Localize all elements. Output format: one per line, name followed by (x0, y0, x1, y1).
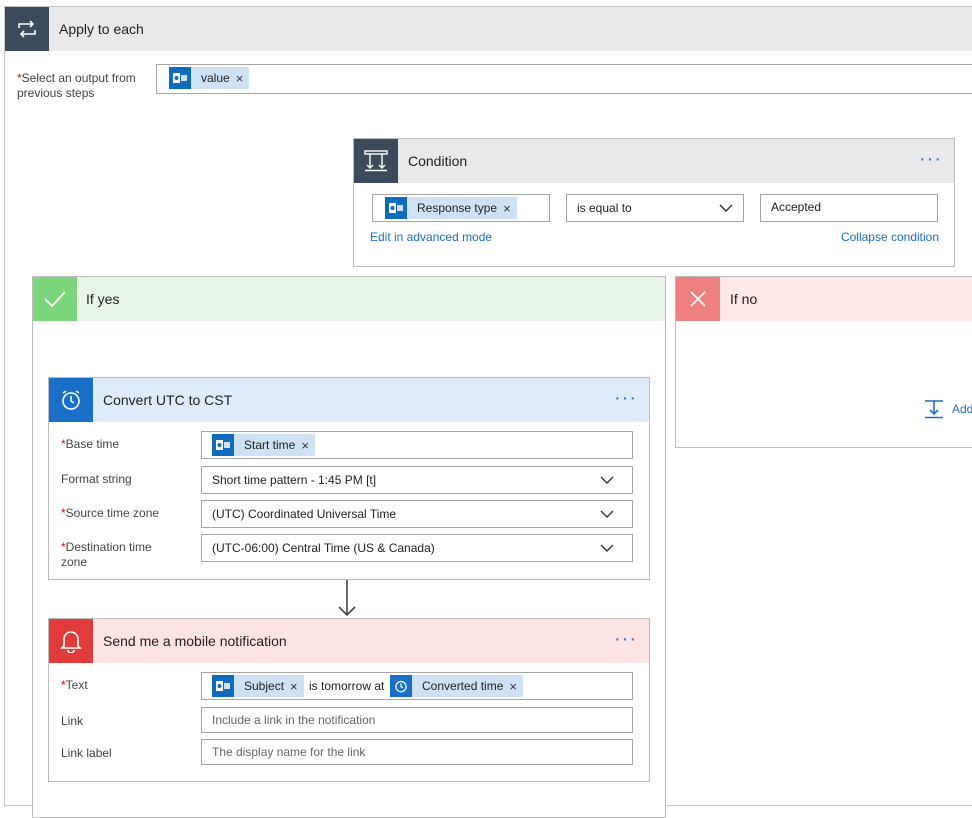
chevron-down-icon (600, 510, 614, 518)
destination-time-zone-dropdown[interactable]: (UTC-06:00) Central Time (US & Canada) (201, 534, 633, 562)
outlook-icon (212, 675, 234, 697)
notification-text-field[interactable]: Subject × is tomorrow at Converted time … (201, 672, 633, 700)
base-time-label: *Base time (61, 437, 120, 451)
notification-text-static: is tomorrow at (309, 679, 385, 693)
condition-left-operand[interactable]: Response type × (372, 194, 550, 222)
source-time-zone-label: *Source time zone (61, 506, 160, 520)
response-type-label: Response type (417, 201, 498, 215)
if-no-branch: If no Add (675, 276, 972, 448)
outlook-icon (212, 434, 234, 456)
collapse-condition-link[interactable]: Collapse condition (841, 230, 939, 244)
subject-token-label: Subject (244, 679, 285, 693)
start-time-label: Start time (244, 438, 296, 452)
destination-time-zone-value: (UTC-06:00) Central Time (US & Canada) (212, 541, 435, 555)
value-token-label: value (201, 71, 230, 85)
format-string-dropdown[interactable]: Short time pattern - 1:45 PM [t] (201, 466, 633, 494)
subject-token[interactable]: Subject × (212, 675, 304, 697)
link-input[interactable]: Include a link in the notification (201, 707, 633, 733)
condition-icon (354, 139, 398, 183)
value-token-remove-button[interactable]: × (236, 71, 250, 86)
mobile-notification-title: Send me a mobile notification (103, 633, 287, 649)
converted-time-token-label: Converted time (422, 679, 504, 693)
alarm-clock-icon (49, 378, 93, 422)
loop-icon (5, 7, 49, 51)
mobile-notification-more-button[interactable]: ··· (614, 619, 637, 663)
condition-operator-value: is equal to (577, 201, 632, 215)
start-time-token[interactable]: Start time × (212, 434, 315, 456)
condition-title: Condition (408, 153, 468, 169)
notification-text-label: *Text (61, 678, 88, 692)
mobile-notification-header[interactable]: Send me a mobile notification ··· (49, 619, 649, 663)
condition-value-text: Accepted (771, 200, 822, 214)
close-icon (676, 277, 720, 321)
select-output-field[interactable]: value × (156, 64, 972, 94)
convert-time-card: Convert UTC to CST ··· *Base time Start … (48, 377, 650, 580)
mobile-notification-card: Send me a mobile notification ··· *Text … (48, 618, 650, 782)
convert-time-title: Convert UTC to CST (103, 392, 233, 408)
if-no-add-label: Add (952, 402, 972, 416)
if-no-add-action[interactable]: Add (924, 399, 972, 419)
if-no-header[interactable]: If no (676, 277, 972, 321)
source-time-zone-dropdown[interactable]: (UTC) Coordinated Universal Time (201, 500, 633, 528)
base-time-field[interactable]: Start time × (201, 431, 633, 459)
condition-header[interactable]: Condition ··· (354, 139, 954, 183)
if-yes-header[interactable]: If yes (33, 277, 665, 321)
chevron-down-icon (600, 476, 614, 484)
response-type-token[interactable]: Response type × (385, 197, 517, 219)
add-action-icon (925, 400, 943, 419)
check-icon (33, 277, 77, 321)
if-no-title: If no (730, 291, 758, 307)
subject-token-remove-button[interactable]: × (290, 679, 304, 694)
link-label: Link (61, 714, 84, 728)
alarm-clock-icon (390, 675, 412, 697)
link-placeholder: Include a link in the notification (212, 713, 376, 727)
condition-operator-dropdown[interactable]: is equal to (566, 194, 744, 222)
link-label-label: Link label (61, 746, 112, 760)
destination-time-zone-label: *Destination time zone (61, 540, 152, 569)
format-string-label: Format string (61, 472, 132, 486)
edit-advanced-mode-link[interactable]: Edit in advanced mode (370, 230, 492, 244)
condition-value-input[interactable]: Accepted (760, 194, 938, 222)
convert-time-header[interactable]: Convert UTC to CST ··· (49, 378, 649, 422)
flow-arrow-icon (338, 580, 356, 617)
apply-to-each-header[interactable]: Apply to each (5, 7, 972, 51)
condition-more-button[interactable]: ··· (919, 139, 942, 183)
chevron-down-icon (600, 544, 614, 552)
if-yes-title: If yes (86, 291, 120, 307)
value-token[interactable]: value × (169, 67, 250, 89)
format-string-value: Short time pattern - 1:45 PM [t] (212, 473, 377, 487)
link-label-placeholder: The display name for the link (212, 745, 366, 759)
convert-time-more-button[interactable]: ··· (614, 378, 637, 422)
top-connector-arrow-icon (651, 0, 653, 1)
condition-card: Condition ··· Response type × is equal t… (353, 138, 955, 267)
outlook-icon (385, 197, 407, 219)
select-output-label: *Select an output from previous steps (17, 71, 136, 100)
link-label-input[interactable]: The display name for the link (201, 739, 633, 765)
start-time-remove-button[interactable]: × (301, 438, 315, 453)
source-time-zone-value: (UTC) Coordinated Universal Time (212, 507, 397, 521)
chevron-down-icon (719, 204, 733, 212)
response-type-remove-button[interactable]: × (503, 201, 517, 216)
converted-time-remove-button[interactable]: × (509, 679, 523, 694)
converted-time-token[interactable]: Converted time × (390, 675, 523, 697)
outlook-icon (169, 67, 191, 89)
bell-icon (49, 619, 93, 663)
apply-to-each-title: Apply to each (59, 21, 144, 37)
